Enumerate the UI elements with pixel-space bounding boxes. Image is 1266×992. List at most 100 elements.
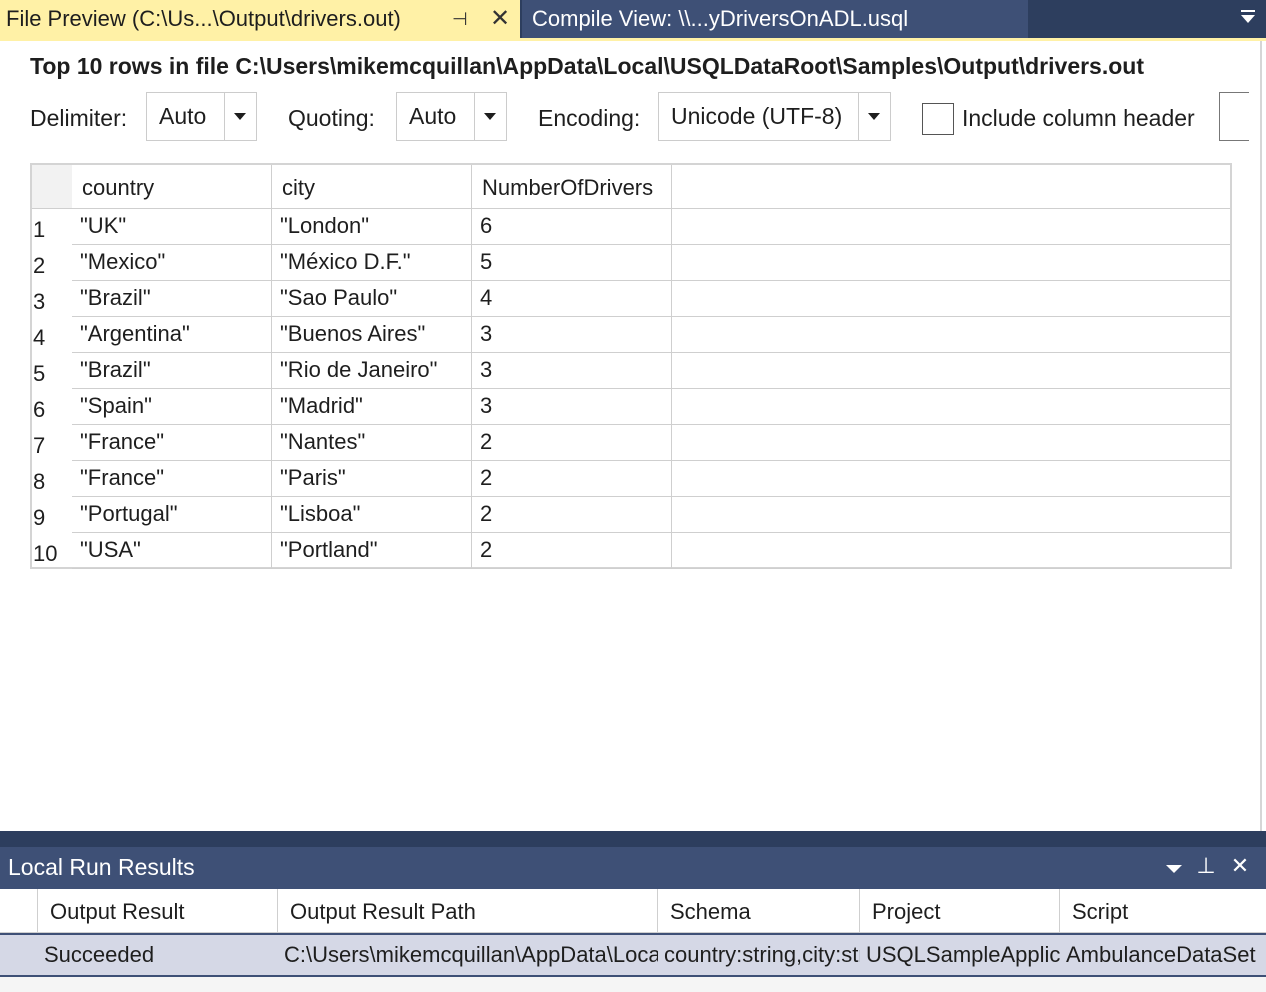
column-header-project[interactable]: Project <box>860 889 1060 933</box>
cell-number-of-drivers[interactable]: 3 <box>472 389 672 425</box>
tab-compile-view-label: Compile View: \\...yDriversOnADL.usql <box>532 6 909 31</box>
row-filler <box>672 245 1230 281</box>
column-header-country[interactable]: country <box>72 165 272 209</box>
row-filler <box>672 209 1230 245</box>
cell-city[interactable]: "Rio de Janeiro" <box>272 353 472 389</box>
result-path: C:\Users\mikemcquillan\AppData\Local\USQ… <box>284 942 658 967</box>
cell-city[interactable]: "Portland" <box>272 533 472 569</box>
panel-splitter[interactable] <box>0 831 1266 847</box>
row-filler <box>672 317 1230 353</box>
quoting-dropdown-button[interactable] <box>474 93 506 140</box>
tab-overflow-dropdown-icon[interactable] <box>1236 6 1260 30</box>
tab-file-preview[interactable]: File Preview (C:\Us...\Output\drivers.ou… <box>0 0 520 38</box>
row-number[interactable]: 1 <box>32 209 72 245</box>
pin-icon[interactable]: ⊣ <box>452 9 468 30</box>
cell-city[interactable]: "Buenos Aires" <box>272 317 472 353</box>
cell-country[interactable]: "Portugal" <box>72 497 272 533</box>
row-filler <box>672 461 1230 497</box>
cell-number-of-drivers[interactable]: 3 <box>472 317 672 353</box>
results-title-bar: Local Run Results ⊥ ✕ <box>0 847 1266 889</box>
grid-corner-header <box>32 165 72 209</box>
cell-number-of-drivers[interactable]: 2 <box>472 461 672 497</box>
row-filler <box>672 389 1230 425</box>
result-status: Succeeded <box>44 942 155 967</box>
cell-number-of-drivers[interactable]: 4 <box>472 281 672 317</box>
truncated-button[interactable] <box>1219 92 1249 141</box>
result-schema: country:string,city:string <box>664 942 860 967</box>
column-header-script[interactable]: Script <box>1060 889 1266 933</box>
pin-icon[interactable]: ⊥ <box>1194 853 1218 881</box>
cell-city[interactable]: "México D.F." <box>272 245 472 281</box>
cell-country[interactable]: "UK" <box>72 209 272 245</box>
local-run-results-panel: Local Run Results ⊥ ✕ Output Result Outp… <box>0 847 1266 992</box>
quoting-label: Quoting: <box>288 105 375 131</box>
row-number[interactable]: 6 <box>32 389 72 425</box>
column-header-output-result[interactable]: Output Result <box>38 889 278 933</box>
window-position-dropdown-icon[interactable] <box>1162 853 1186 881</box>
row-number[interactable]: 3 <box>32 281 72 317</box>
result-project: USQLSampleApplication <box>866 942 1060 967</box>
row-number[interactable]: 8 <box>32 461 72 497</box>
results-empty-area <box>0 977 1266 992</box>
encoding-dropdown-button[interactable] <box>858 93 890 140</box>
encoding-label: Encoding: <box>538 105 641 131</box>
include-column-header-checkbox[interactable] <box>922 103 954 135</box>
quoting-combo[interactable]: Auto <box>396 92 507 141</box>
column-header-output-result-path[interactable]: Output Result Path <box>278 889 658 933</box>
cell-city[interactable]: "Nantes" <box>272 425 472 461</box>
chevron-down-icon <box>234 113 246 120</box>
cell-number-of-drivers[interactable]: 2 <box>472 497 672 533</box>
cell-number-of-drivers[interactable]: 6 <box>472 209 672 245</box>
cell-country[interactable]: "USA" <box>72 533 272 569</box>
cell-city[interactable]: "Paris" <box>272 461 472 497</box>
close-icon[interactable]: ✕ <box>490 4 510 33</box>
delimiter-label: Delimiter: <box>30 105 128 131</box>
row-number[interactable]: 2 <box>32 245 72 281</box>
cell-city[interactable]: "London" <box>272 209 472 245</box>
cell-country[interactable]: "Brazil" <box>72 353 272 389</box>
row-number[interactable]: 4 <box>32 317 72 353</box>
encoding-combo[interactable]: Unicode (UTF-8) <box>658 92 891 141</box>
document-tab-strip: File Preview (C:\Us...\Output\drivers.ou… <box>0 0 1266 38</box>
column-header-schema[interactable]: Schema <box>658 889 860 933</box>
cell-city[interactable]: "Lisboa" <box>272 497 472 533</box>
cell-city[interactable]: "Sao Paulo" <box>272 281 472 317</box>
row-number[interactable]: 10 <box>32 533 72 569</box>
results-column-headers: Output Result Output Result Path Schema … <box>0 889 1266 933</box>
cell-country[interactable]: "France" <box>72 425 272 461</box>
delimiter-value: Auto <box>159 103 207 129</box>
encoding-value: Unicode (UTF-8) <box>671 103 843 129</box>
tab-compile-view[interactable]: Compile View: \\...yDriversOnADL.usql <box>522 0 1028 38</box>
results-row-selected[interactable]: Succeeded C:\Users\mikemcquillan\AppData… <box>0 933 1266 977</box>
close-icon[interactable]: ✕ <box>1228 853 1252 881</box>
cell-country[interactable]: "Spain" <box>72 389 272 425</box>
preview-data-grid: country city NumberOfDrivers 1 "UK" "Londo… <box>30 163 1232 569</box>
result-script: AmbulanceDataSet <box>1066 942 1256 967</box>
column-header-city[interactable]: city <box>272 165 472 209</box>
cell-country[interactable]: "Mexico" <box>72 245 272 281</box>
cell-country[interactable]: "France" <box>72 461 272 497</box>
cell-country[interactable]: "Argentina" <box>72 317 272 353</box>
cell-number-of-drivers[interactable]: 2 <box>472 533 672 569</box>
row-filler <box>672 425 1230 461</box>
cell-number-of-drivers[interactable]: 2 <box>472 425 672 461</box>
quoting-value: Auto <box>409 103 457 129</box>
row-number[interactable]: 5 <box>32 353 72 389</box>
row-number[interactable]: 9 <box>32 497 72 533</box>
cell-number-of-drivers[interactable]: 5 <box>472 245 672 281</box>
results-row-selector-header <box>0 889 38 933</box>
row-filler <box>672 497 1230 533</box>
cell-number-of-drivers[interactable]: 3 <box>472 353 672 389</box>
delimiter-combo[interactable]: Auto <box>146 92 257 141</box>
delimiter-dropdown-button[interactable] <box>224 93 256 140</box>
row-filler <box>672 281 1230 317</box>
cell-country[interactable]: "Brazil" <box>72 281 272 317</box>
include-column-header-label[interactable]: Include column header <box>962 105 1195 132</box>
cell-city[interactable]: "Madrid" <box>272 389 472 425</box>
file-preview-panel: Top 10 rows in file C:\Users\mikemcquill… <box>0 41 1262 831</box>
row-number[interactable]: 7 <box>32 425 72 461</box>
preview-title: Top 10 rows in file C:\Users\mikemcquill… <box>30 53 1144 79</box>
chevron-down-icon <box>868 113 880 120</box>
results-title: Local Run Results <box>8 854 195 880</box>
column-header-number-of-drivers[interactable]: NumberOfDrivers <box>472 165 672 209</box>
